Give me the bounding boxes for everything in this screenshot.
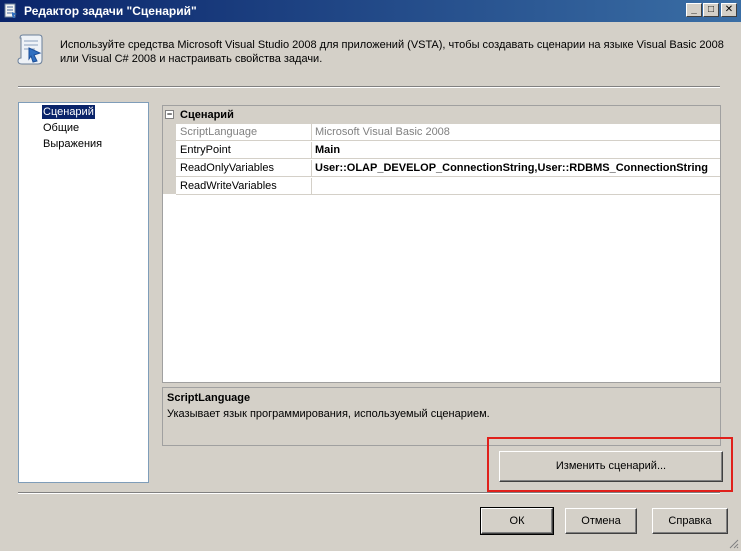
footer-separator	[18, 492, 720, 494]
property-value[interactable]: Main	[313, 142, 720, 159]
grid-category-script[interactable]: − Сценарий	[163, 106, 720, 124]
ok-button[interactable]: ОК	[480, 507, 554, 535]
title-bar[interactable]: Редактор задачи "Сценарий" _ □ ✕	[0, 0, 741, 22]
property-name: ScriptLanguage	[176, 124, 312, 141]
property-grid[interactable]: − Сценарий ScriptLanguage Microsoft Visu…	[162, 105, 721, 383]
description-text: Указывает язык программирования, использ…	[167, 408, 490, 420]
property-row-entrypoint[interactable]: EntryPoint Main	[176, 142, 720, 159]
nav-item-general[interactable]: Общие	[42, 121, 80, 135]
grid-gutter	[163, 124, 176, 194]
nav-item-script[interactable]: Сценарий	[42, 105, 95, 119]
header-separator	[18, 86, 720, 88]
header-description: Используйте средства Microsoft Visual St…	[60, 39, 724, 65]
property-name: ReadOnlyVariables	[176, 160, 312, 177]
property-value[interactable]	[313, 178, 720, 195]
property-value[interactable]: User::OLAP_DEVELOP_ConnectionString,User…	[313, 160, 720, 177]
property-row-scriptlanguage[interactable]: ScriptLanguage Microsoft Visual Basic 20…	[176, 124, 720, 141]
navigation-list[interactable]: Сценарий Общие Выражения	[18, 102, 149, 483]
property-value: Microsoft Visual Basic 2008	[315, 126, 450, 138]
close-button[interactable]: ✕	[721, 3, 737, 17]
resize-grip-icon[interactable]	[727, 537, 739, 549]
window-title: Редактор задачи "Сценарий"	[24, 4, 197, 18]
minimize-button[interactable]: _	[686, 3, 702, 17]
property-name: ReadWriteVariables	[176, 178, 312, 195]
script-task-icon	[4, 3, 17, 18]
property-row-readonlyvariables[interactable]: ReadOnlyVariables User::OLAP_DEVELOP_Con…	[176, 160, 720, 177]
script-scroll-icon	[17, 34, 43, 65]
category-label: Сценарий	[180, 109, 234, 121]
property-name: EntryPoint	[176, 142, 312, 159]
highlight-annotation	[487, 437, 733, 492]
collapse-toggle-icon[interactable]: −	[165, 110, 174, 119]
property-row-readwritevariables[interactable]: ReadWriteVariables	[176, 178, 720, 195]
description-title: ScriptLanguage	[167, 392, 251, 404]
nav-item-expressions[interactable]: Выражения	[42, 137, 103, 151]
maximize-button[interactable]: □	[703, 3, 719, 17]
cancel-button[interactable]: Отмена	[565, 508, 637, 534]
help-button[interactable]: Справка	[652, 508, 728, 534]
